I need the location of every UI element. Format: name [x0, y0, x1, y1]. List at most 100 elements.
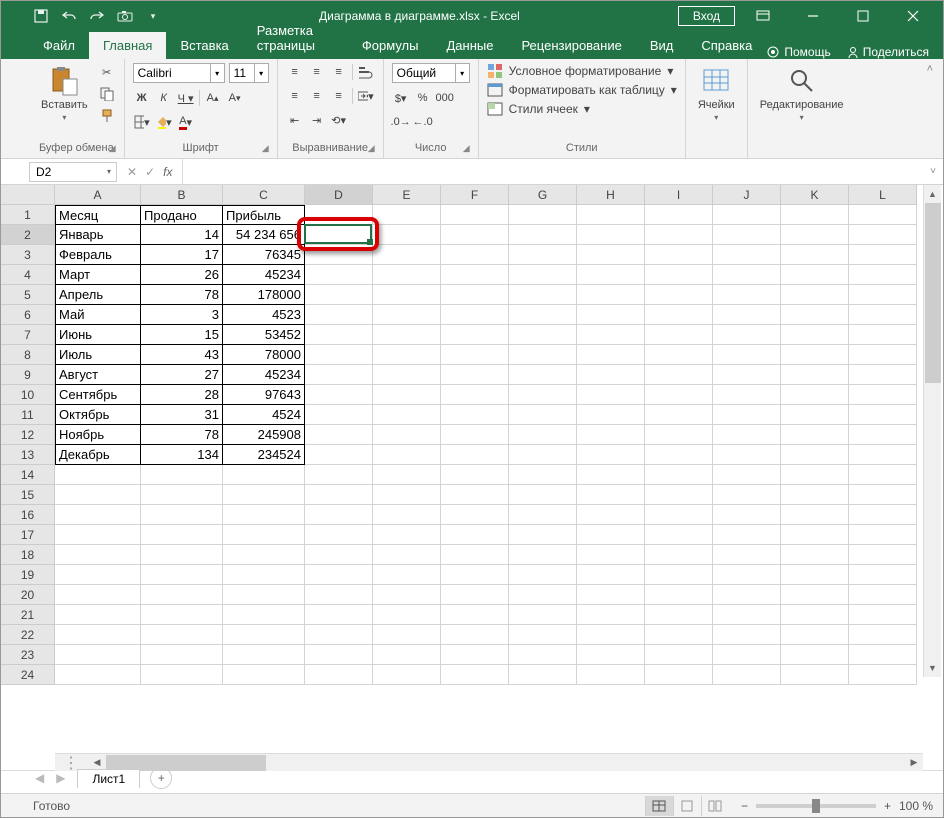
cell[interactable] — [577, 665, 645, 685]
cell[interactable] — [509, 545, 577, 565]
cell[interactable] — [713, 425, 781, 445]
cell[interactable] — [849, 505, 917, 525]
cell[interactable]: Январь — [55, 225, 141, 245]
cell[interactable] — [577, 645, 645, 665]
cell[interactable]: Май — [55, 305, 141, 325]
cell[interactable] — [305, 425, 373, 445]
cell[interactable] — [55, 485, 141, 505]
cell[interactable] — [373, 565, 441, 585]
enter-formula-icon[interactable]: ✓ — [145, 165, 155, 179]
cell[interactable] — [781, 225, 849, 245]
select-all-corner[interactable] — [1, 185, 55, 205]
cell[interactable] — [781, 365, 849, 385]
cell[interactable] — [645, 485, 713, 505]
undo-icon[interactable] — [61, 8, 77, 24]
cell[interactable] — [849, 585, 917, 605]
cell[interactable] — [577, 505, 645, 525]
row-header[interactable]: 20 — [1, 585, 55, 605]
cell[interactable] — [373, 605, 441, 625]
camera-icon[interactable] — [117, 8, 133, 24]
cell[interactable] — [305, 645, 373, 665]
cell[interactable] — [713, 305, 781, 325]
cell[interactable] — [577, 285, 645, 305]
cell[interactable]: Продано — [141, 205, 223, 225]
cell[interactable] — [373, 365, 441, 385]
cell[interactable] — [781, 465, 849, 485]
cell[interactable] — [55, 505, 141, 525]
cell[interactable] — [305, 265, 373, 285]
cell[interactable] — [141, 565, 223, 585]
cell[interactable] — [713, 225, 781, 245]
cell[interactable] — [509, 485, 577, 505]
cell[interactable] — [441, 585, 509, 605]
row-header[interactable]: 15 — [1, 485, 55, 505]
column-header[interactable]: C — [223, 185, 305, 205]
sheet-nav-prev-icon[interactable]: ◀ — [29, 771, 50, 785]
cell[interactable] — [305, 625, 373, 645]
cell[interactable] — [441, 525, 509, 545]
row-header[interactable]: 3 — [1, 245, 55, 265]
cell[interactable]: 78 — [141, 285, 223, 305]
cell[interactable] — [713, 525, 781, 545]
cell[interactable] — [373, 505, 441, 525]
cell[interactable] — [373, 425, 441, 445]
cell[interactable] — [305, 405, 373, 425]
cell[interactable] — [645, 445, 713, 465]
cell[interactable] — [373, 325, 441, 345]
insert-function-icon[interactable]: fx — [163, 165, 172, 179]
cell[interactable] — [509, 425, 577, 445]
cell[interactable] — [509, 245, 577, 265]
row-header[interactable]: 23 — [1, 645, 55, 665]
cell[interactable] — [55, 645, 141, 665]
cell[interactable] — [305, 285, 373, 305]
cell[interactable] — [509, 325, 577, 345]
cell[interactable] — [781, 345, 849, 365]
cell[interactable] — [373, 305, 441, 325]
cut-icon[interactable]: ✂ — [98, 63, 116, 81]
cell[interactable] — [849, 285, 917, 305]
cell[interactable] — [509, 565, 577, 585]
tab-file[interactable]: Файл — [29, 32, 89, 59]
cell[interactable] — [509, 225, 577, 245]
minimize-icon[interactable] — [791, 1, 835, 31]
cell[interactable] — [849, 405, 917, 425]
editing-button[interactable]: Редактирование ▾ — [756, 63, 848, 124]
cell[interactable] — [577, 545, 645, 565]
cell[interactable] — [577, 325, 645, 345]
ribbon-display-icon[interactable] — [741, 1, 785, 31]
cell[interactable] — [305, 245, 373, 265]
cell[interactable] — [305, 585, 373, 605]
cell[interactable] — [849, 485, 917, 505]
cell[interactable] — [781, 565, 849, 585]
cell[interactable] — [509, 585, 577, 605]
cell[interactable] — [781, 625, 849, 645]
column-header[interactable]: E — [373, 185, 441, 205]
cell[interactable] — [509, 305, 577, 325]
cell[interactable] — [849, 605, 917, 625]
cell[interactable] — [645, 625, 713, 645]
dialog-launcher-icon[interactable]: ◢ — [109, 143, 116, 154]
cell[interactable] — [223, 585, 305, 605]
column-header[interactable]: A — [55, 185, 141, 205]
align-top-icon[interactable]: ≡ — [286, 63, 304, 81]
row-header[interactable]: 8 — [1, 345, 55, 365]
cell[interactable] — [577, 365, 645, 385]
cell[interactable] — [849, 345, 917, 365]
cell[interactable] — [223, 645, 305, 665]
decrease-indent-icon[interactable]: ⇤ — [286, 111, 304, 129]
row-header[interactable]: 21 — [1, 605, 55, 625]
dialog-launcher-icon[interactable]: ◢ — [368, 143, 375, 154]
cell[interactable]: 4524 — [223, 405, 305, 425]
cell[interactable] — [713, 545, 781, 565]
cell[interactable] — [781, 585, 849, 605]
cell[interactable] — [645, 525, 713, 545]
cell[interactable] — [141, 605, 223, 625]
cell[interactable] — [713, 505, 781, 525]
column-header[interactable]: F — [441, 185, 509, 205]
cell[interactable] — [373, 205, 441, 225]
tab-home[interactable]: Главная — [89, 32, 166, 59]
cell[interactable] — [713, 325, 781, 345]
sheet-tab[interactable]: Лист1 — [77, 769, 140, 788]
cell[interactable]: 245908 — [223, 425, 305, 445]
cell[interactable] — [55, 665, 141, 685]
